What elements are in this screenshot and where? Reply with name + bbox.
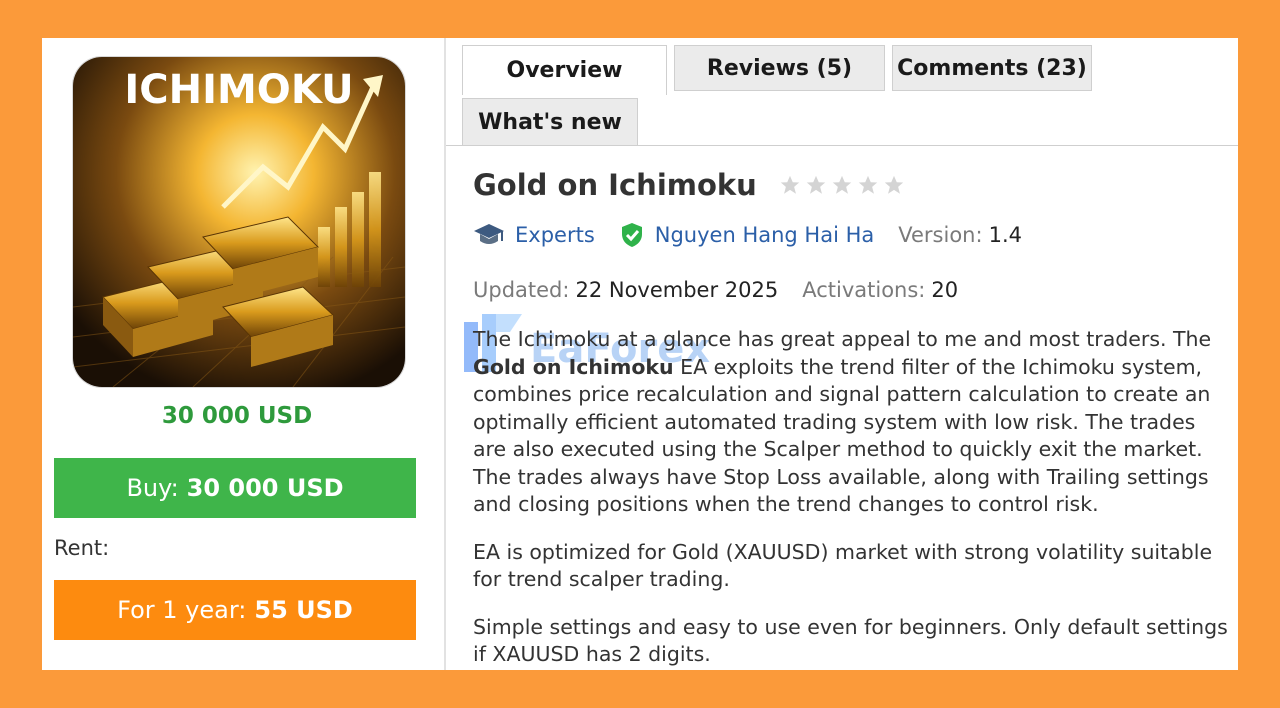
rent-1-year-button[interactable]: For 1 year: 55 USD [54, 580, 416, 640]
buy-label: Buy: [126, 474, 179, 502]
description-paragraph-3: Simple settings and easy to use even for… [473, 614, 1228, 667]
desc-bold-name: Gold on Ichimoku [473, 354, 674, 379]
activations-label: Activations: [802, 278, 926, 302]
rating-stars[interactable] [779, 174, 905, 196]
rent-label: Rent: [54, 536, 110, 560]
product-title: Gold on Ichimoku [473, 168, 757, 202]
star-icon [884, 175, 903, 194]
author-link[interactable]: Nguyen Hang Hai Ha [655, 223, 875, 247]
description-paragraph-2: EA is optimized for Gold (XAUUSD) market… [473, 539, 1213, 592]
updated-value: 22 November 2025 [575, 278, 779, 302]
tab-underline [446, 145, 1238, 146]
tab-whats-new[interactable]: What's new [462, 98, 638, 146]
buy-button[interactable]: Buy: 30 000 USD [54, 458, 416, 518]
tab-overview[interactable]: Overview [462, 45, 667, 95]
activations-value: 20 [931, 278, 959, 302]
description: The Ichimoku at a glance has great appea… [473, 326, 1233, 670]
purchase-panel: ICHIMOKU 30 000 USD Buy: 30 000 USD Rent… [42, 38, 445, 670]
tab-reviews[interactable]: Reviews (5) [674, 45, 885, 91]
title-row: Gold on Ichimoku [473, 168, 905, 202]
star-icon [806, 175, 825, 194]
product-image[interactable]: ICHIMOKU [72, 56, 406, 388]
version-value: 1.4 [988, 223, 1022, 247]
category-link[interactable]: Experts [515, 223, 595, 247]
star-icon [832, 175, 851, 194]
product-card: ICHIMOKU 30 000 USD Buy: 30 000 USD Rent… [42, 38, 1238, 670]
tab-comments[interactable]: Comments (23) [892, 45, 1092, 91]
updated-label: Updated: [473, 278, 570, 302]
desc-text: The Ichimoku at a glance has great appea… [473, 327, 1212, 351]
star-icon [858, 175, 877, 194]
star-icon [780, 175, 799, 194]
graduation-cap-icon [474, 224, 504, 244]
rent-option-label: For 1 year: [117, 596, 247, 624]
details-panel: Overview Reviews (5) Comments (23) What'… [446, 38, 1238, 670]
rent-option-price: 55 USD [254, 596, 353, 624]
tab-bar: Overview Reviews (5) Comments (23) What'… [446, 38, 1238, 146]
verified-shield-icon [621, 223, 642, 247]
meta-row: Experts Nguyen Hang Hai Ha Version: 1.4 [473, 222, 1022, 248]
description-paragraph-1: The Ichimoku at a glance has great appea… [473, 326, 1233, 519]
image-caption: ICHIMOKU [124, 67, 353, 113]
stats-row: Updated: 22 November 2025 Activations: 2… [473, 278, 958, 302]
price-label: 30 000 USD [161, 403, 313, 429]
buy-price: 30 000 USD [186, 474, 344, 502]
version-label: Version: [898, 223, 983, 247]
